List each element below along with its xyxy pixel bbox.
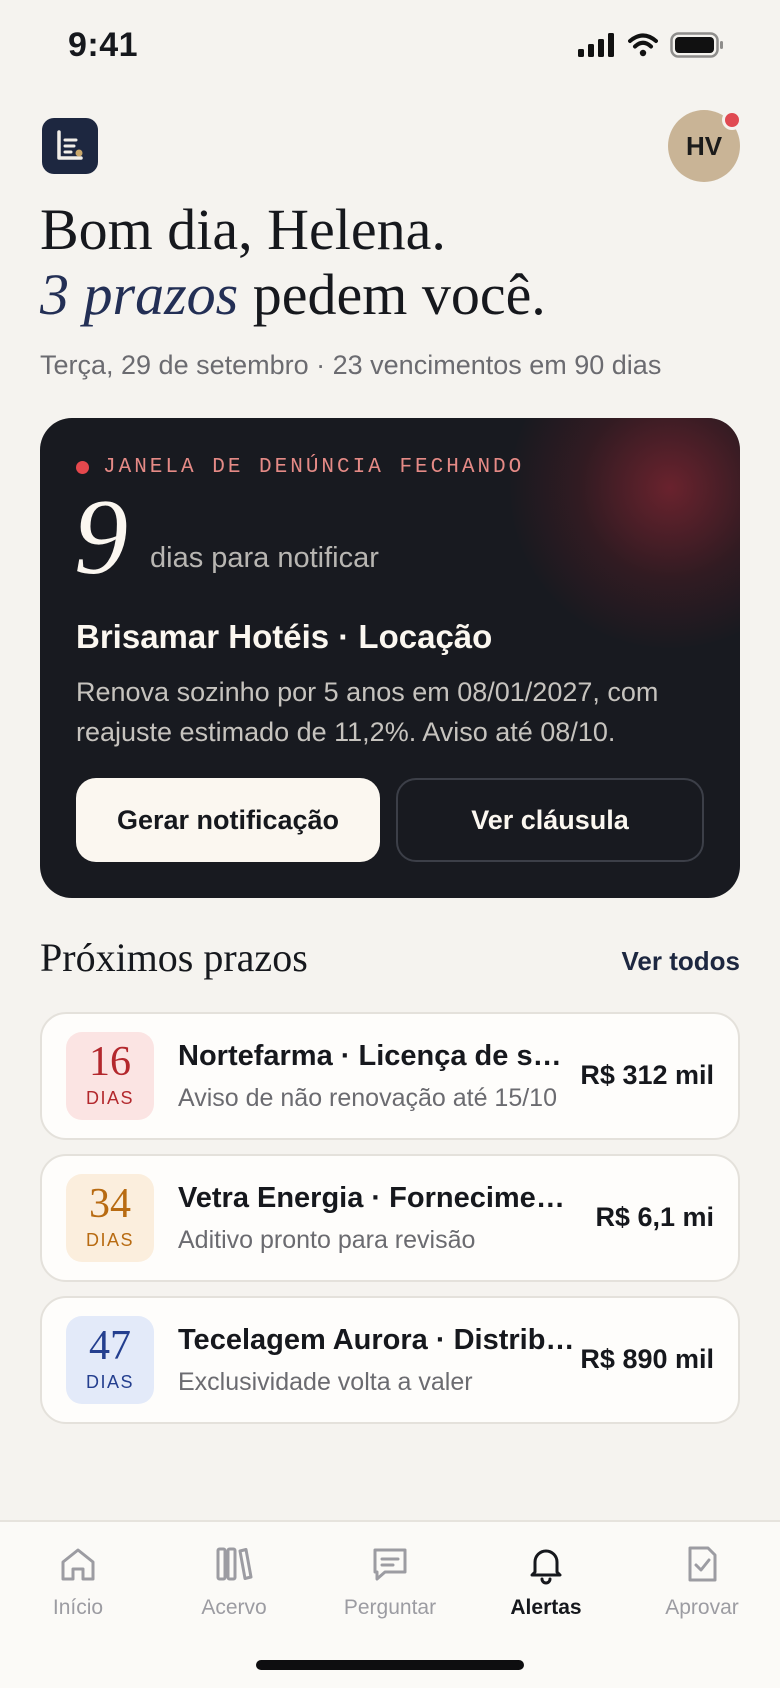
tab-label: Perguntar — [343, 1596, 437, 1619]
urgent-deadline-card[interactable]: JANELA DE DENÚNCIA FECHANDO 9 dias para … — [40, 418, 740, 898]
greeting-deadlines: 3 prazos pedem você. — [40, 262, 546, 328]
list-item[interactable]: 16 DIAS Nortefarma · Licença de soft... … — [40, 1012, 740, 1140]
approve-icon — [688, 1546, 717, 1582]
alert-text: JANELA DE DENÚNCIA FECHANDO — [103, 456, 525, 479]
signal-icon — [578, 33, 614, 57]
app-logo[interactable] — [42, 118, 98, 174]
alert-label: JANELA DE DENÚNCIA FECHANDO — [76, 456, 524, 479]
tab-acervo[interactable]: Acervo — [156, 1542, 312, 1620]
document-list-icon — [57, 130, 83, 160]
days-label: dias para notificar — [150, 542, 379, 574]
deadline-value: R$ 6,1 mi — [595, 1202, 714, 1232]
view-all-link[interactable]: Ver todos — [622, 946, 740, 977]
tab-label: Alertas — [510, 1596, 582, 1619]
avatar[interactable]: HV — [668, 110, 742, 182]
days-unit: DIAS — [85, 1372, 134, 1392]
battery-icon — [670, 32, 723, 58]
alert-dot — [76, 461, 89, 474]
tab-label: Aprovar — [665, 1596, 739, 1619]
generate-notification-button[interactable]: Gerar notificação — [76, 778, 380, 862]
notification-dot — [722, 110, 742, 130]
contract-title: Brisamar Hotéis · Locação — [76, 618, 493, 655]
library-icon — [216, 1547, 253, 1581]
days-badge: 34 DIAS — [66, 1174, 154, 1262]
card-glow — [510, 418, 740, 648]
deadline-subtitle: Exclusividade volta a valer — [178, 1368, 473, 1396]
section-title: Próximos prazos — [40, 935, 308, 980]
tab-label: Início — [52, 1596, 104, 1619]
deadline-subtitle: Aviso de não renovação até 15/10 — [178, 1084, 557, 1112]
days-badge: 16 DIAS — [66, 1032, 154, 1120]
tab-label: Acervo — [201, 1596, 267, 1619]
home-icon — [61, 1548, 95, 1581]
tab-perguntar[interactable]: Perguntar — [312, 1542, 468, 1620]
home-indicator[interactable] — [256, 1660, 524, 1670]
wifi-icon — [628, 33, 658, 57]
list-item[interactable]: 34 DIAS Vetra Energia · Fornecimento Adi… — [40, 1154, 740, 1282]
avatar-initials: HV — [685, 130, 723, 161]
deadline-value: R$ 312 mil — [580, 1060, 714, 1090]
days-unit: DIAS — [85, 1230, 134, 1250]
greeting-rest: pedem você. — [238, 262, 546, 327]
days-number: 16 — [89, 1039, 131, 1085]
greeting-accent: 3 prazos — [40, 262, 239, 327]
deadline-title: Vetra Energia · Fornecimento — [178, 1182, 578, 1214]
tab-aprovar[interactable]: Aprovar — [624, 1542, 780, 1620]
status-bar: 9:41 — [0, 0, 780, 96]
days-badge: 47 DIAS — [66, 1316, 154, 1404]
days-count: 9 — [74, 478, 128, 597]
greeting: Bom dia, Helena. — [40, 197, 446, 262]
list-item[interactable]: 47 DIAS Tecelagem Aurora · Distribu... E… — [40, 1296, 740, 1424]
tab-alertas[interactable]: Alertas — [468, 1542, 624, 1620]
date-summary: Terça, 29 de setembro · 23 vencimentos e… — [40, 350, 662, 380]
bell-icon — [530, 1549, 562, 1585]
days-number: 47 — [89, 1323, 131, 1369]
days-number: 34 — [89, 1181, 131, 1227]
deadline-title: Nortefarma · Licença de soft... — [178, 1040, 578, 1072]
days-unit: DIAS — [85, 1088, 134, 1108]
status-time: 9:41 — [68, 26, 139, 64]
chat-icon — [373, 1548, 407, 1581]
deadline-title: Tecelagem Aurora · Distribu... — [178, 1324, 578, 1356]
contract-description: Renova sozinho por 5 anos em 08/01/2027,… — [76, 677, 659, 747]
deadline-subtitle: Aditivo pronto para revisão — [178, 1226, 476, 1254]
deadline-value: R$ 890 mil — [580, 1344, 714, 1374]
view-clause-button[interactable]: Ver cláusula — [396, 778, 704, 862]
tab-inicio[interactable]: Início — [0, 1542, 156, 1620]
status-icons — [578, 32, 724, 58]
